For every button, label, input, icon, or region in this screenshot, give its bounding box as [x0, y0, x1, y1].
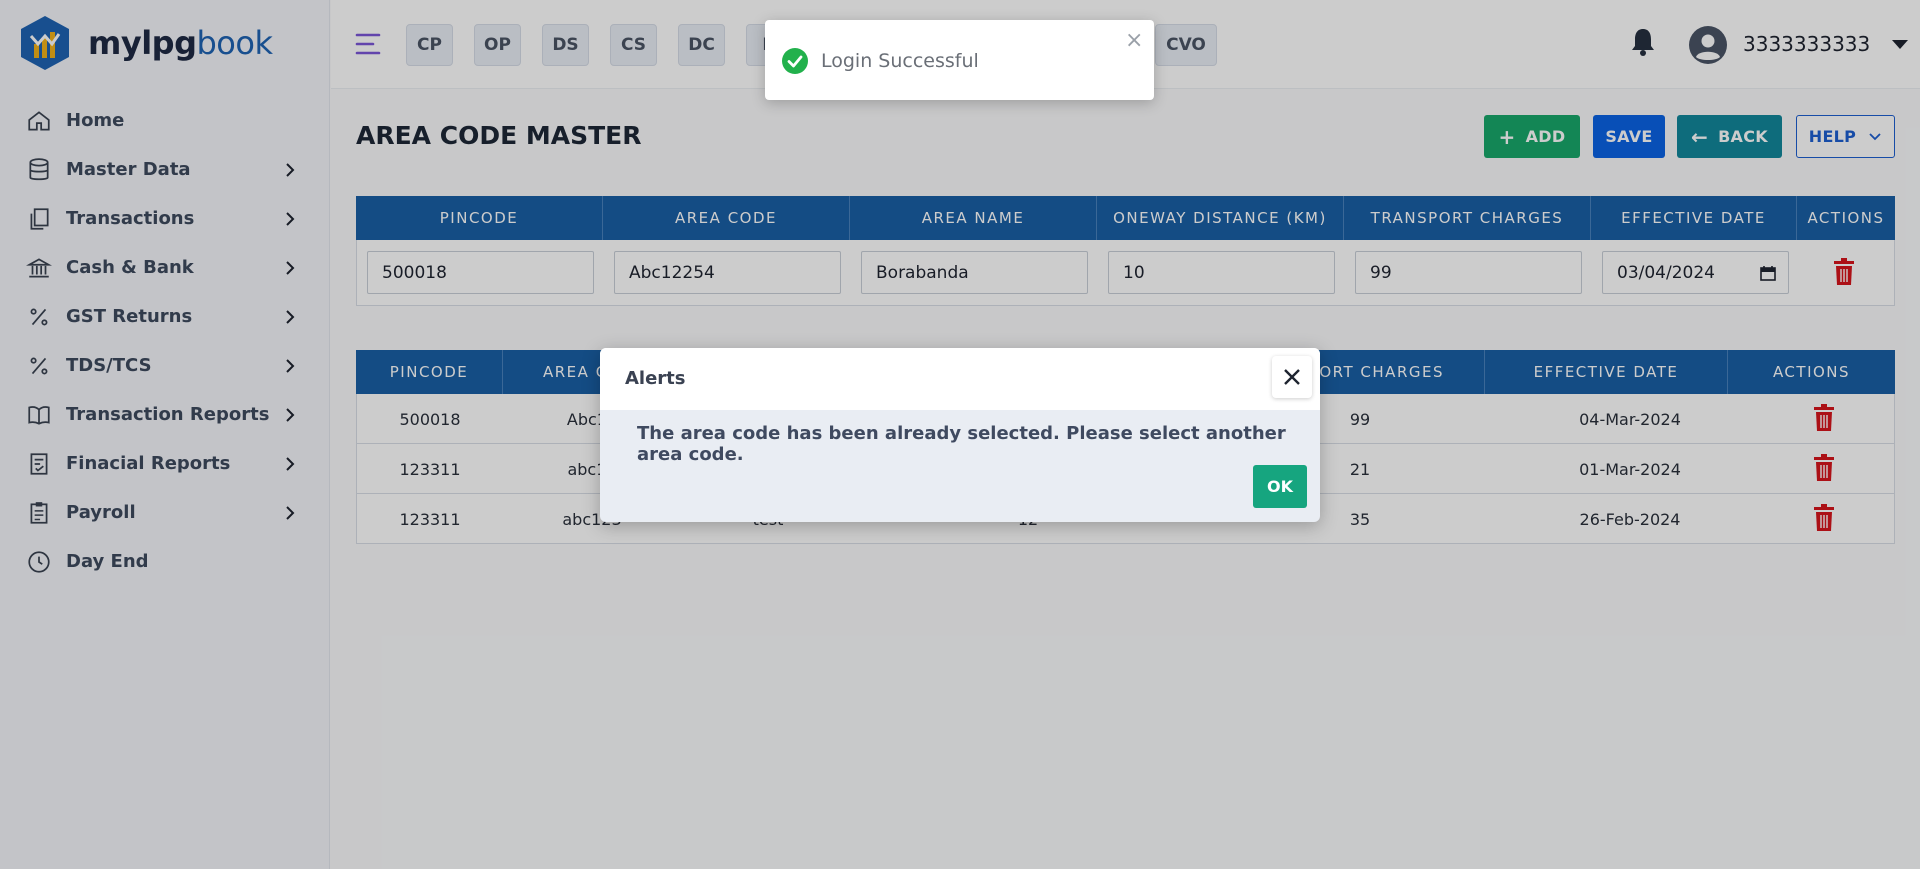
close-icon: [1284, 369, 1300, 385]
alert-dialog-title: Alerts: [625, 368, 686, 389]
toast-message: Login Successful: [821, 50, 979, 72]
alert-dialog-header: Alerts: [600, 348, 1320, 410]
alert-dialog-message: The area code has been already selected.…: [637, 423, 1286, 465]
toast-close-icon[interactable]: ×: [1125, 28, 1143, 53]
alert-dialog: Alerts The area code has been already se…: [600, 348, 1320, 522]
alert-close-button[interactable]: [1272, 356, 1312, 398]
check-circle-icon: [782, 48, 808, 74]
toast-notification: Login Successful ×: [765, 20, 1154, 100]
alert-ok-button[interactable]: OK: [1253, 465, 1307, 508]
